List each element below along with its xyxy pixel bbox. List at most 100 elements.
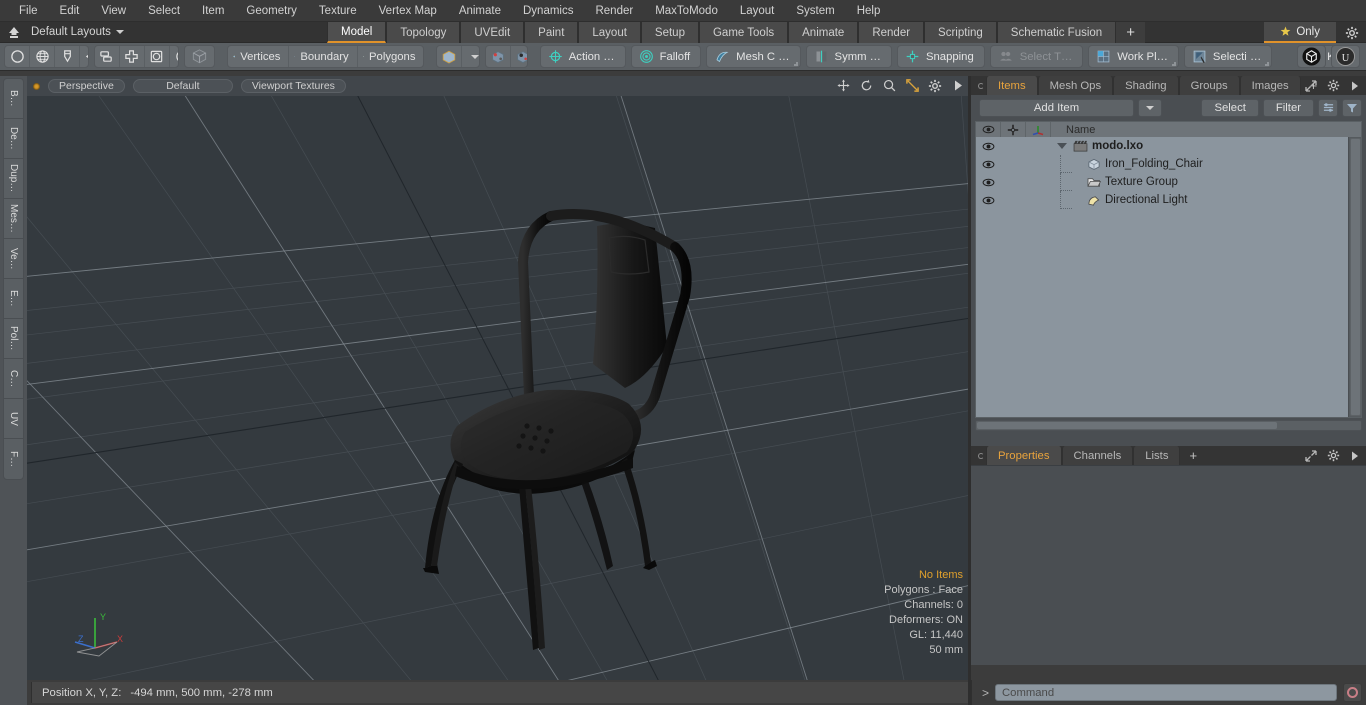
menu-texture[interactable]: Texture	[308, 1, 368, 21]
selection-mode-boundary[interactable]: Boundary	[289, 46, 358, 67]
tab-mesh-ops[interactable]: Mesh Ops	[1037, 76, 1114, 95]
list-options-icon[interactable]	[1318, 98, 1338, 117]
select-through-button[interactable]: Select T…	[989, 45, 1084, 68]
tab-shading[interactable]: Shading	[1113, 76, 1179, 95]
circle-icon[interactable]	[5, 46, 30, 67]
tab-uvedit[interactable]: UVEdit	[460, 22, 525, 43]
menu-render[interactable]: Render	[584, 1, 644, 21]
funnel-icon[interactable]	[1342, 98, 1362, 117]
scrollbar-thumb[interactable]	[1350, 138, 1361, 416]
table-row[interactable]: modo.lxo	[976, 137, 1361, 155]
command-input[interactable]	[995, 684, 1337, 701]
menu-help[interactable]: Help	[846, 1, 892, 21]
left-tab-fusion[interactable]: F…	[4, 439, 23, 479]
menu-select[interactable]: Select	[137, 1, 191, 21]
menu-item[interactable]: Item	[191, 1, 235, 21]
unreal-export-button[interactable]: U	[1331, 45, 1360, 68]
left-tab-vertex[interactable]: Ve…	[4, 239, 23, 279]
row-visibility-eye-icon[interactable]	[976, 142, 1001, 151]
menu-maxtomodo[interactable]: MaxToModo	[644, 1, 729, 21]
left-tab-deform[interactable]: De…	[4, 119, 23, 159]
gear-icon[interactable]	[1326, 79, 1340, 93]
properties-panel-content[interactable]	[971, 465, 1366, 665]
left-tab-curve[interactable]: C…	[4, 359, 23, 399]
chair-3d-model[interactable]	[27, 96, 971, 680]
record-circle-icon[interactable]	[1343, 683, 1362, 702]
row-visibility-eye-icon[interactable]	[976, 160, 1001, 169]
menu-dynamics[interactable]: Dynamics	[512, 1, 584, 21]
tab-scripting[interactable]: Scripting	[924, 22, 997, 43]
viewport-textures-button[interactable]: Viewport Textures	[240, 79, 346, 93]
add-properties-tab-button[interactable]: +	[1180, 446, 1206, 465]
items-tree-hscrollbar[interactable]	[975, 420, 1362, 431]
play-icon[interactable]	[1348, 449, 1362, 463]
stacked-rects-icon[interactable]	[95, 46, 120, 67]
viewport-3d-canvas[interactable]: Y X Z No Items Polygons : Face Channels:…	[27, 96, 971, 680]
viewport-projection-button[interactable]: Perspective	[48, 79, 125, 93]
gear-icon[interactable]	[1343, 24, 1361, 41]
tab-paint[interactable]: Paint	[524, 22, 579, 43]
mesh-constraint-button[interactable]: Mesh C …	[706, 45, 801, 68]
item-mode-dropdown[interactable]	[462, 46, 479, 67]
selection-mode-polygons[interactable]: Polygons	[358, 46, 424, 67]
tree-item-directional-light[interactable]: Directional Light	[1087, 194, 1187, 207]
symmetry-button[interactable]: Symm …	[805, 45, 892, 68]
gear-icon[interactable]	[928, 78, 942, 93]
scrollbar-thumb[interactable]	[977, 422, 1277, 429]
snapping-button[interactable]: Snapping	[896, 45, 985, 68]
tab-schematic-fusion[interactable]: Schematic Fusion	[996, 22, 1117, 43]
globe-icon[interactable]	[30, 46, 55, 67]
falloff-button[interactable]: Falloff	[630, 45, 702, 68]
work-plane-button[interactable]: Work Pl…	[1088, 45, 1179, 68]
tab-animate[interactable]: Animate	[788, 22, 859, 43]
expand-icon[interactable]	[1304, 79, 1318, 93]
panel-menu-dot-icon[interactable]	[975, 446, 986, 465]
move-lock-icon[interactable]	[1001, 121, 1026, 138]
play-icon[interactable]	[1348, 79, 1362, 93]
move-icon[interactable]	[836, 78, 850, 93]
unity-export-button[interactable]	[1297, 45, 1326, 68]
menu-layout[interactable]: Layout	[729, 1, 786, 21]
tab-layout[interactable]: Layout	[578, 22, 641, 43]
expand-icon[interactable]	[1304, 449, 1318, 463]
column-header-name[interactable]: Name	[1051, 124, 1361, 136]
center-pivot-icon[interactable]	[486, 46, 511, 67]
tab-channels[interactable]: Channels	[1061, 446, 1134, 465]
item-mode-cube-button[interactable]	[437, 46, 463, 67]
tab-lists[interactable]: Lists	[1133, 446, 1181, 465]
circle-slash-icon[interactable]	[170, 46, 178, 67]
left-tab-basic[interactable]: B…	[4, 79, 23, 119]
left-tab-duplicate[interactable]: Dup…	[4, 159, 23, 199]
panel-menu-dot-icon[interactable]	[975, 76, 986, 95]
tab-topology[interactable]: Topology	[386, 22, 461, 43]
axis-pivot-icon[interactable]	[511, 46, 528, 67]
play-icon[interactable]	[951, 78, 965, 93]
rotate-icon[interactable]	[859, 78, 873, 93]
left-tab-polygon[interactable]: Pol…	[4, 319, 23, 359]
add-item-button[interactable]: Add Item	[979, 98, 1134, 117]
expand-triangle-icon[interactable]	[1051, 143, 1073, 149]
cursor-arrow-icon[interactable]	[80, 46, 88, 67]
only-toggle-button[interactable]: Only	[1264, 22, 1336, 43]
tab-items[interactable]: Items	[986, 76, 1038, 95]
row-visibility-eye-icon[interactable]	[976, 178, 1001, 187]
left-tab-uv[interactable]: UV	[4, 399, 23, 439]
tab-setup[interactable]: Setup	[640, 22, 699, 43]
menu-file[interactable]: File	[8, 1, 49, 21]
menu-view[interactable]: View	[90, 1, 137, 21]
action-center-button[interactable]: Action …	[539, 45, 626, 68]
tab-properties[interactable]: Properties	[986, 446, 1062, 465]
items-tree-scrollbar[interactable]	[1348, 137, 1361, 417]
items-tree[interactable]: modo.lxo Iron_Folding_Chair Texture Grou…	[975, 137, 1362, 418]
filter-button[interactable]: Filter	[1262, 98, 1314, 117]
selection-mode-vertices[interactable]: Vertices	[228, 46, 290, 67]
menu-animate[interactable]: Animate	[448, 1, 512, 21]
menu-system[interactable]: System	[785, 1, 845, 21]
fit-icon[interactable]	[905, 78, 919, 93]
selection-sets-button[interactable]: Selecti …	[1183, 45, 1273, 68]
pen-icon[interactable]	[55, 46, 80, 67]
menu-edit[interactable]: Edit	[49, 1, 91, 21]
select-button[interactable]: Select	[1201, 98, 1259, 117]
table-row[interactable]: Iron_Folding_Chair	[976, 155, 1361, 173]
tree-item-scene[interactable]: modo.lxo	[1073, 140, 1143, 152]
